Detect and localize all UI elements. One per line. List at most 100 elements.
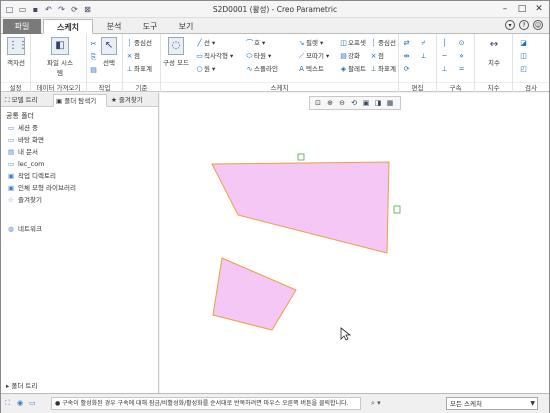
folder-item-manikin-library[interactable]: ▣ 인체 모형 라이브러리 [8,183,76,194]
tab-model-tree[interactable]: ⛶ 모델 트리 [3,94,53,107]
monitor-icon: ▭ [8,124,15,132]
status-bar: ⛶ ◉ ▭ ● 구속이 활성화된 경우 구속에 대해 잠금/비활성화/활성화를 … [1,393,549,413]
overlap-icon[interactable]: ◫ [519,51,528,62]
grid-icon: ⋮⋮ [7,37,28,55]
tab-tools[interactable]: 도구 [133,19,167,34]
folder-item-in-session[interactable]: ▭ 세션 중 [8,123,38,134]
datum-centerline-button[interactable]: ┆ 중심선 [125,38,152,49]
modify-icon[interactable]: ⇄ [402,38,411,49]
group-dimension: ↔ 치수 치수 [475,34,513,92]
folder-item-desktop[interactable]: ▭ 바탕 화면 [8,135,44,146]
arc-button[interactable]: ⌒호 ▾ [245,38,265,49]
line-button[interactable]: ╱ 선 ▾ [195,38,215,49]
folder-item-network[interactable]: ◍ 네트워크 [8,224,42,235]
tab-folder-browser[interactable]: ▣ 폴더 탐색기 [53,94,107,107]
navigator-panel: ⛶ 모델 트리 ▣ 폴더 탐색기 ★ 즐겨찾기 공통 폴더 ▭ 세션 중 ▭ 바탕 … [1,93,159,393]
midpoint-icon[interactable]: ⋄ [457,51,466,62]
group-get-data: ◧ 파일 시스템 데이터 가져오기 [31,34,87,92]
status-icons: ⛶ ◉ ▭ [5,399,38,408]
tab-sketch[interactable]: 스케치 [43,19,93,34]
group-label-inspect: 검사 [513,82,549,92]
application-window: □ ▭ ▪ ↶ ↷ ⟳ ⊠ S2D0001 (활성) - Creo Parame… [0,0,550,413]
vertical-icon[interactable]: │ [440,38,449,49]
folder-item-working-directory[interactable]: ▣ 작업 디렉토리 [8,171,56,182]
highlight-edges-icon[interactable]: ◪ [519,38,528,49]
perpendicular-icon[interactable]: ⊥ [440,64,449,75]
window-title: S2D0001 (활성) - Creo Parametric [212,5,338,14]
show-navigator-icon[interactable]: ⛶ [5,399,14,408]
centerline-button[interactable]: ┆ 중심선 [369,38,396,49]
help-icon[interactable]: ? [519,20,529,30]
sketch-region-lower[interactable] [212,257,297,331]
folder-item-favorites[interactable]: ☆ 즐겨찾기 [8,195,42,206]
folder-item-lec-com[interactable]: ▭ lec_com [8,159,45,170]
spline-button[interactable]: ∿ 스플라인 [245,64,278,75]
group-datum: ┆ 중심선 × 점 ⊥좌표계 기준 [123,34,161,92]
setup-button[interactable]: ⋮⋮ 객자선 [1,37,31,67]
tab-favorites[interactable]: ★ 즐겨찾기 [109,94,157,107]
group-label-get-data: 데이터 가져오기 [31,82,86,92]
rectangle-button[interactable]: ▭직사각형 ▾ [195,51,233,62]
horizontal-icon[interactable]: ─ [440,51,449,62]
mouse-cursor [340,327,352,341]
offset-button[interactable]: ◫오프셋 [339,38,366,49]
text-button[interactable]: A 텍스트 [297,64,324,75]
graphics-window[interactable]: ⊡ ⊕ ⊖ ⟲ ▣ ◨ ▦ [160,93,549,393]
fillet-button[interactable]: ↘ 필렛 ▾ [297,38,324,49]
construction-mode-button[interactable]: ◌ 구성 모드 [163,37,189,67]
csys-button[interactable]: ⊥좌표계 [369,64,396,75]
sketch-region-quadrilateral[interactable] [211,161,390,254]
thicken-button[interactable]: ▤강화 [339,51,360,62]
datum-point-button[interactable]: × 점 [125,51,140,62]
working-folder-icon: ▣ [8,172,15,180]
dimension-button[interactable]: ↔ 치수 [479,37,509,67]
dropdown-icon[interactable]: ▾ [505,20,515,30]
close-icon[interactable]: ✕ [532,3,546,15]
folder-tree-toggle[interactable]: ▸ 폴더 트리 [6,380,37,390]
maximize-icon[interactable]: □ [515,3,529,15]
group-inspect: ◪ ◫ ◰ 검사 [513,34,549,92]
datum-csys-button[interactable]: ⊥좌표계 [125,64,152,75]
chamfer-button[interactable]: ⟋ 모따기 ▾ [297,51,329,62]
help-controls: ▾ ? ☺ [505,20,543,30]
community-icon[interactable]: ☺ [533,20,543,30]
file-system-button[interactable]: ◧ 파일 시스템 [45,37,75,77]
tab-file[interactable]: 파일 [3,19,41,34]
browser-icon[interactable]: ◉ [17,399,26,408]
tangent-icon[interactable]: ⊙ [457,38,466,49]
full-screen-icon[interactable]: ▭ [29,399,38,408]
folder-item-my-documents[interactable]: ▤ 내 문서 [8,147,38,158]
folder-icon: ◧ [51,37,69,55]
navigator-tabs: ⛶ 모델 트리 ▣ 폴더 탐색기 ★ 즐겨찾기 [1,93,158,107]
tab-view[interactable]: 보기 [169,19,203,34]
computer-icon: ▭ [8,160,15,168]
star-icon: ☆ [8,196,14,204]
mirror-icon[interactable]: ⇹ [402,51,411,62]
divide-icon[interactable]: ⟂ [419,51,428,62]
sketch-canvas [211,153,401,341]
find-icon[interactable]: ⌕ ▾ [371,399,381,408]
dimension-icon: ↔ [489,39,499,50]
tab-analysis[interactable]: 분석 [97,19,131,34]
group-label-dimension: 치수 [475,82,512,92]
open-ends-icon[interactable]: ◰ [519,64,528,75]
group-setup: ⋮⋮ 객자선 설정 [1,34,31,92]
select-button[interactable]: ↖ 선택 [97,37,121,67]
vertical-constraint-marker[interactable] [393,205,401,214]
group-sketching: ◌ 구성 모드 ╱ 선 ▾ ▭직사각형 ▾ ○원 ▾ ⌒호 ▾ ⬭ 타원 ▾ ∿ 스플… [161,34,399,92]
ellipse-button[interactable]: ⬭ 타원 ▾ [245,51,272,62]
minimize-icon[interactable]: – [498,3,512,15]
desktop-icon: ▭ [8,136,15,144]
circle-button[interactable]: ○원 ▾ [195,64,215,75]
delete-segment-icon[interactable]: ⌿ [419,38,428,49]
horizontal-constraint-marker[interactable] [297,153,305,161]
manikin-icon: ▣ [8,184,15,192]
selection-filter-dropdown[interactable]: 모든 스케처 ▼ [446,397,538,410]
common-folders-heading: 공통 폴더 [6,112,34,120]
point-button[interactable]: × 점 [369,51,384,62]
palette-button[interactable]: ◈ 팔레트 [339,64,366,75]
group-label-constrain: 구속 [437,82,474,92]
rotate-resize-icon[interactable]: ⟳ [402,64,411,75]
cursor-icon: ↖ [101,37,117,55]
equal-icon[interactable]: = [457,64,466,75]
